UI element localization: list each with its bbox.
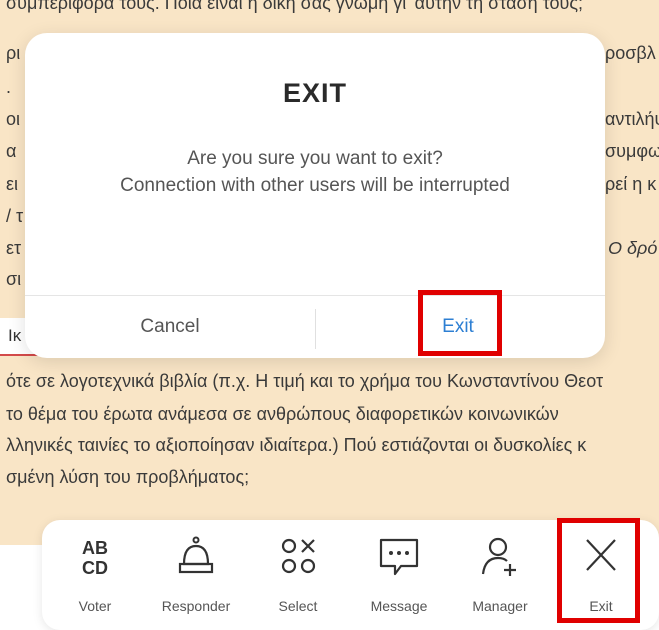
toolbar-voter-button[interactable]: AB CD Voter [47,520,143,630]
dialog-button-divider [315,309,316,349]
cancel-button[interactable]: Cancel [25,295,315,358]
toolbar-label: Responder [161,598,231,614]
toolbar-manager-button[interactable]: Manager [452,520,548,630]
dialog-message-line: Are you sure you want to exit? [187,148,443,169]
toolbar-label: Voter [78,598,112,614]
dialog-message-line: Connection with other users will be inte… [120,175,510,196]
document-fragment: ει [6,174,19,194]
document-fragment: συμφω [605,141,659,161]
document-fragment: οι [6,109,21,129]
document-line: λληνικές ταινίες το αξιοποίησαν ιδιαίτερ… [6,435,587,455]
shapes-icon [281,538,316,574]
document-fragment: ροσβλ [605,43,656,63]
document-line: σμένη λύση του προβλήματος; [6,467,250,487]
highlight-box-toolbar-exit [557,518,640,623]
document-fragment: / τ [6,206,24,226]
document-line: ότε σε λογοτεχνικά βιβλία (π.χ. Η τιμή κ… [6,371,604,391]
message-icon [379,538,419,576]
toolbar-select-button[interactable]: Select [250,520,346,630]
toolbar-label: Manager [472,598,528,614]
document-line: το θέμα του έρωτα ανάμεσα σε ανθρώπους δ… [6,404,559,424]
toolbar-message-button[interactable]: Message [351,520,447,630]
highlight-box-dialog-exit [418,290,502,356]
bell-icon [178,536,214,574]
document-fragment: ρεί η κ [605,174,657,194]
dialog-title: EXIT [282,78,347,108]
abcd-icon: AB CD [82,538,108,578]
svg-text:AB: AB [82,538,108,558]
document-fragment: ρι [6,43,21,63]
toolbar-responder-button[interactable]: Responder [148,520,244,630]
document-fragment: α [6,141,17,161]
dialog-message: Are you sure you want to exit? Connectio… [25,145,605,199]
document-fragment: Ο δρό [608,238,658,258]
add-user-icon [481,537,516,576]
document-fragment: . [6,77,12,97]
document-fragment: αντιλήψ [605,109,659,129]
svg-text:CD: CD [82,558,108,578]
document-fragment: ετ [6,238,22,258]
toolbar-label: Select [278,598,318,614]
document-fragment: σι [6,269,22,289]
toolbar-label: Message [370,598,428,614]
document-line: συμπεριφορά τους. Ποια είναι η δική σας … [6,0,584,13]
answer-input-value: Ικ [8,326,22,345]
exit-dialog: EXIT Are you sure you want to exit? Conn… [25,33,605,358]
